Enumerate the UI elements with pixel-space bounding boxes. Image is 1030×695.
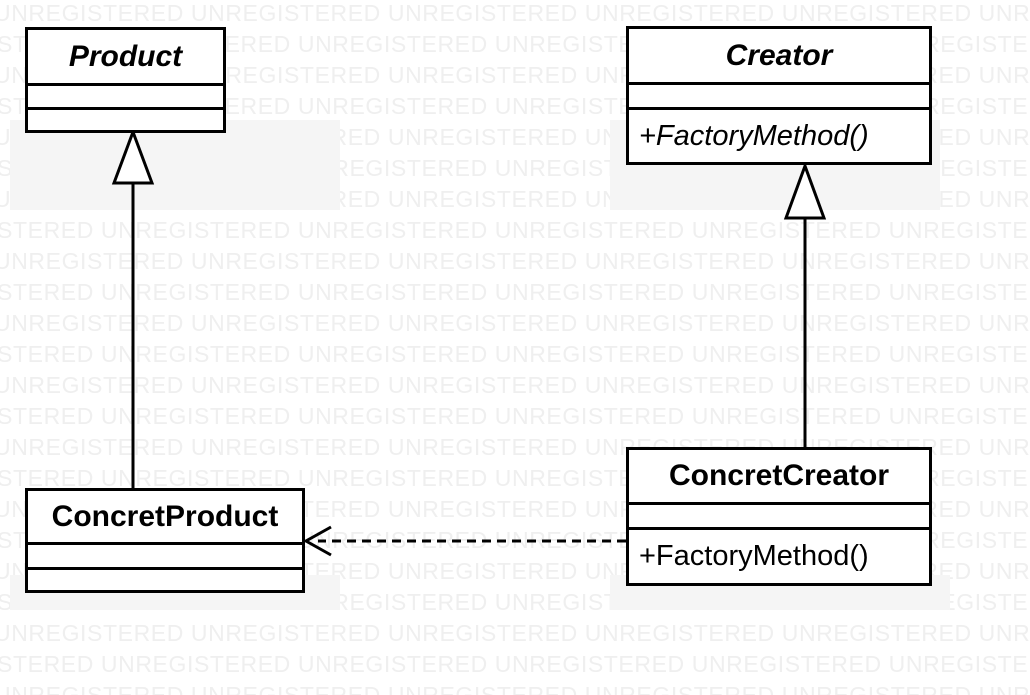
concretproduct-operations-compartment bbox=[28, 567, 302, 590]
creator-operation-factorymethod: +FactoryMethod() bbox=[639, 119, 869, 152]
dependency-concretcreator-to-concretproduct[interactable] bbox=[302, 525, 626, 557]
creator-attributes-compartment bbox=[629, 82, 929, 107]
concretcreator-class-name: ConcretCreator bbox=[668, 459, 890, 492]
uml-diagram-canvas: UNREGISTERED UNREGISTERED UNREGISTERED U… bbox=[0, 0, 1030, 695]
class-box-product[interactable]: Product bbox=[25, 27, 226, 133]
concretproduct-class-name: ConcretProduct bbox=[51, 499, 279, 533]
concretcreator-attributes-compartment bbox=[629, 502, 929, 527]
class-box-concretcreator[interactable]: ConcretCreator +FactoryMethod() bbox=[626, 447, 932, 586]
creator-class-name: Creator bbox=[725, 38, 833, 72]
product-attributes-compartment bbox=[28, 83, 223, 107]
product-class-name: Product bbox=[68, 39, 183, 73]
class-box-creator[interactable]: Creator +FactoryMethod() bbox=[626, 26, 932, 165]
creator-operations-compartment: +FactoryMethod() bbox=[629, 107, 929, 162]
class-box-concretproduct[interactable]: ConcretProduct bbox=[25, 488, 305, 593]
generalization-concretproduct-to-product[interactable] bbox=[111, 127, 155, 488]
creator-name-compartment: Creator bbox=[629, 29, 929, 82]
hollow-triangle-arrowhead-icon bbox=[111, 127, 155, 185]
hollow-triangle-arrowhead-icon bbox=[783, 161, 827, 220]
concretcreator-operations-compartment: +FactoryMethod() bbox=[629, 527, 929, 583]
product-name-compartment: Product bbox=[28, 30, 223, 83]
concretcreator-name-compartment: ConcretCreator bbox=[629, 450, 929, 502]
concretcreator-operation-factorymethod: +FactoryMethod() bbox=[639, 540, 869, 572]
concretproduct-attributes-compartment bbox=[28, 542, 302, 567]
concretproduct-name-compartment: ConcretProduct bbox=[28, 491, 302, 542]
product-operations-compartment bbox=[28, 107, 223, 130]
generalization-concretcreator-to-creator[interactable] bbox=[783, 161, 827, 447]
